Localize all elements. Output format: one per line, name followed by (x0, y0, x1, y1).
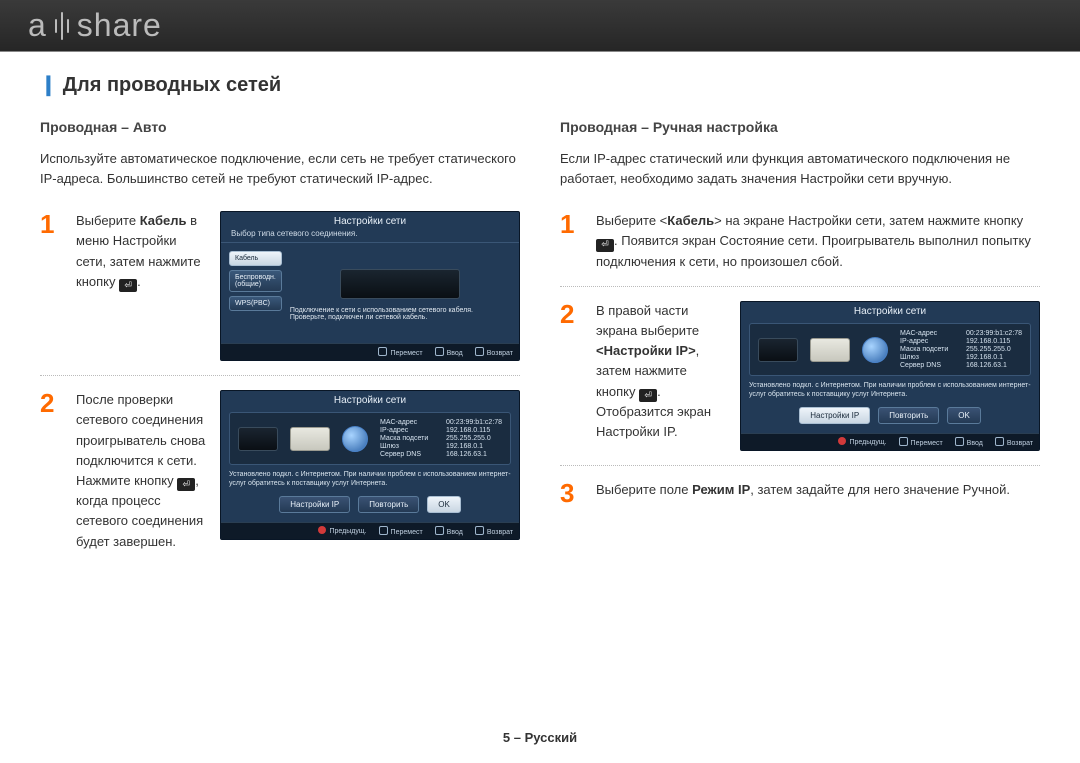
tv-bottom-bar: Перемест Ввод Возврат (221, 343, 519, 360)
right-intro: Если IP-адрес статический или функция ав… (560, 149, 1040, 189)
right-step-2: 2 В правой части экрана выберите <Настро… (560, 286, 1040, 451)
tv-btn-ipsettings[interactable]: Настройки IP (799, 407, 870, 424)
tv-tab-cable[interactable]: Кабель (229, 251, 282, 266)
enter-icon: ⏎ (639, 389, 657, 402)
tv-title: Настройки сети (741, 302, 1039, 319)
page-body: ❙ Для проводных сетей Проводная – Авто Ис… (0, 52, 1080, 566)
left-step-1-text: Выберите Кабель в меню Настройки сети, з… (76, 211, 206, 292)
device-illustration (340, 269, 460, 299)
tv-tab-wps[interactable]: WPS(PBC) (229, 296, 282, 311)
right-step-1: 1 Выберите <Кабель> на экране Настройки … (560, 211, 1040, 272)
accent-mark: ❙ (40, 74, 57, 96)
logo-icon (53, 12, 71, 40)
step-number: 1 (40, 211, 62, 237)
tv-btn-ok[interactable]: OK (947, 407, 981, 424)
page-footer: 5 – Русский (0, 730, 1080, 745)
tv-title: Настройки сети (221, 391, 519, 408)
enter-icon: ⏎ (119, 279, 137, 292)
tv-status-message: Установлено подкл. с Интернетом. При нал… (749, 381, 1031, 399)
tv-btn-ok[interactable]: OK (427, 496, 461, 513)
app-header: a share (0, 0, 1080, 52)
right-step-1-text: Выберите <Кабель> на экране Настройки се… (596, 211, 1040, 272)
section-title: ❙ Для проводных сетей (40, 72, 1040, 97)
network-diagram: MAC-адрес00:23:99:b1:c2:78 IP-адрес192.1… (229, 412, 511, 465)
logo-a: a (28, 7, 47, 44)
network-info: MAC-адрес00:23:99:b1:c2:78 IP-адрес192.1… (380, 419, 502, 458)
left-column: Проводная – Авто Используйте автоматичес… (40, 119, 520, 566)
network-info: MAC-адрес00:23:99:b1:c2:78 IP-адрес192.1… (900, 330, 1022, 369)
tv-bottom-bar: Предыдущ. Перемест Ввод Возврат (221, 522, 519, 539)
enter-icon: ⏎ (596, 239, 614, 252)
router-icon (810, 338, 850, 362)
tv-tab-wireless[interactable]: Беспроводн. (общие) (229, 270, 282, 292)
right-step-3: 3 Выберите поле Режим IP, затем задайте … (560, 465, 1040, 506)
router-icon (290, 427, 330, 451)
tv-subtitle: Выбор типа сетевого соединения. (221, 229, 519, 243)
network-diagram: MAC-адрес00:23:99:b1:c2:78 IP-адрес192.1… (749, 323, 1031, 376)
section-title-text: Для проводных сетей (63, 74, 281, 96)
left-step-2-text: После проверки сетевого соединения проиг… (76, 390, 206, 551)
step-number: 2 (560, 301, 582, 327)
step-number: 3 (560, 480, 582, 506)
globe-icon (342, 426, 368, 452)
player-icon (238, 427, 278, 451)
right-subhead: Проводная – Ручная настройка (560, 119, 1040, 135)
right-step-3-text: Выберите поле Режим IP, затем задайте дл… (596, 480, 1040, 500)
tv-screenshot-status: Настройки сети MAC-адрес00:23:99:b1:c2:7… (220, 390, 520, 540)
tv-tabs: Кабель Беспроводн. (общие) WPS(PBC) (229, 251, 282, 339)
tv-screenshot-select-type: Настройки сети Выбор типа сетевого соеди… (220, 211, 520, 361)
step-number: 1 (560, 211, 582, 237)
left-step-1: 1 Выберите Кабель в меню Настройки сети,… (40, 211, 520, 361)
tv-title: Настройки сети (221, 212, 519, 229)
left-step-2: 2 После проверки сетевого соединения про… (40, 375, 520, 551)
tv-btn-ipsettings[interactable]: Настройки IP (279, 496, 350, 513)
tv-btn-retry[interactable]: Повторить (358, 496, 419, 513)
player-icon (758, 338, 798, 362)
right-column: Проводная – Ручная настройка Если IP-адр… (560, 119, 1040, 566)
globe-icon (862, 337, 888, 363)
step-number: 2 (40, 390, 62, 416)
right-step-2-text: В правой части экрана выберите <Настройк… (596, 301, 726, 442)
enter-icon: ⏎ (177, 478, 195, 491)
logo-b: share (77, 7, 162, 44)
left-subhead: Проводная – Авто (40, 119, 520, 135)
tv-status-message: Установлено подкл. с Интернетом. При нал… (229, 470, 511, 488)
left-intro: Используйте автоматическое подключение, … (40, 149, 520, 189)
tv-screenshot-status-select-ip: Настройки сети MAC-адрес00:23:99:b1:c2:7… (740, 301, 1040, 451)
tv-cable-note: Подключение к сети с использованием сете… (290, 307, 511, 321)
tv-bottom-bar: Предыдущ. Перемест Ввод Возврат (741, 433, 1039, 450)
tv-btn-retry[interactable]: Повторить (878, 407, 939, 424)
